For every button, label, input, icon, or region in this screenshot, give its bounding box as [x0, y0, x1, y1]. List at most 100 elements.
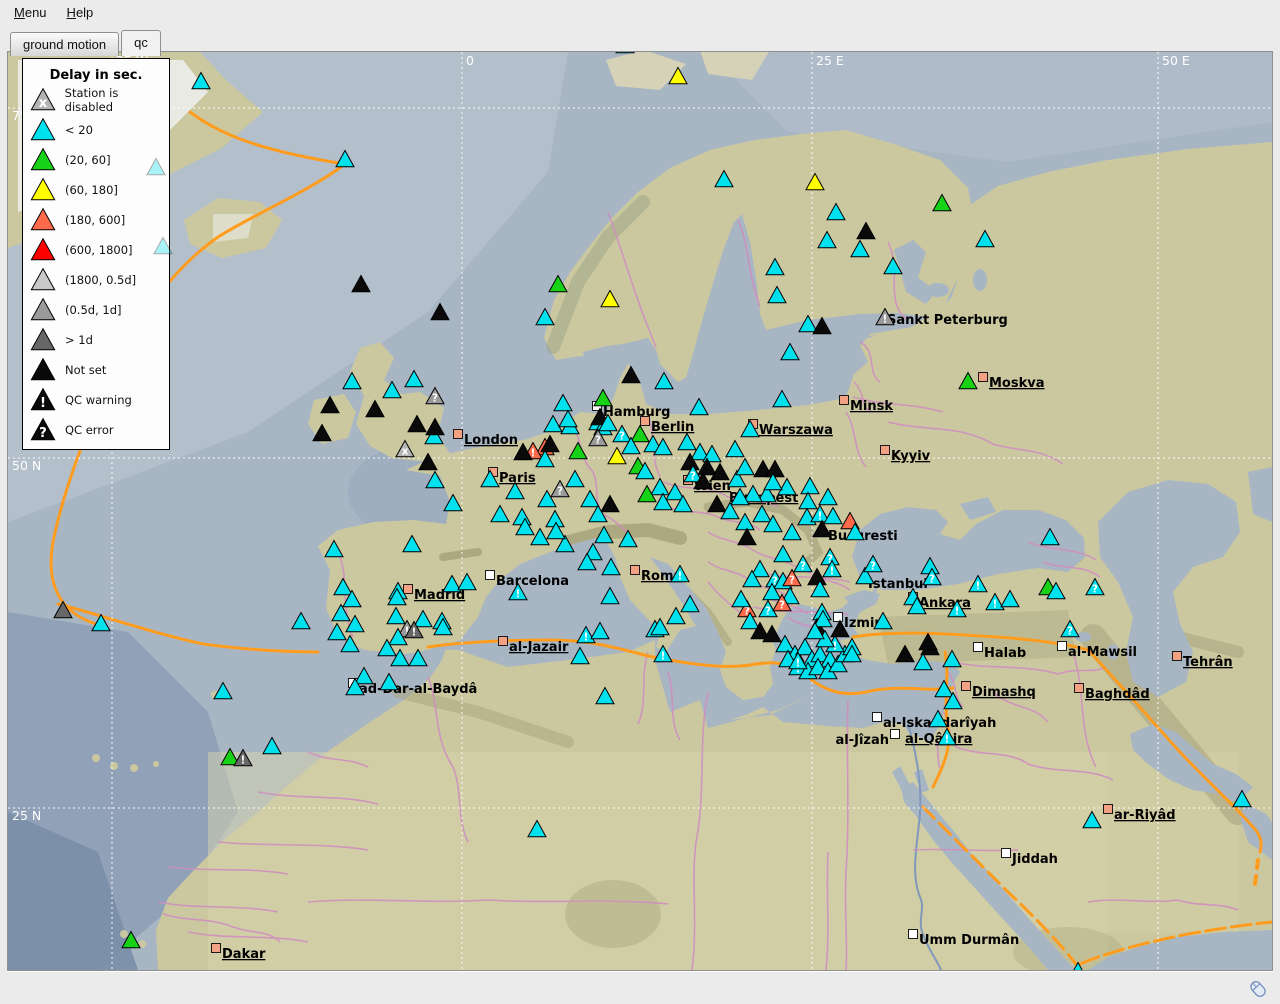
svg-text:x: x: [402, 447, 409, 458]
city-label: Hamburg: [603, 405, 670, 420]
status-bar: [0, 973, 1280, 1004]
legend-item: (1800, 0.5d]: [23, 265, 169, 295]
menu-bar: MenuHelp: [0, 0, 1280, 24]
svg-text:!: !: [584, 633, 589, 644]
svg-text:?: ?: [1092, 585, 1098, 596]
svg-text:?: ?: [870, 562, 876, 573]
city-label: Baghdâd: [1085, 687, 1150, 702]
legend-item: (60, 180]: [23, 175, 169, 205]
svg-text:!: !: [516, 590, 521, 601]
svg-text:x: x: [39, 96, 48, 111]
legend-triangle-icon: [30, 207, 56, 233]
station-marker[interactable]: [616, 52, 634, 53]
city-label: Halab: [984, 646, 1026, 661]
legend-item-label: < 20: [65, 123, 93, 137]
svg-text:?: ?: [800, 562, 806, 573]
city-barcelona: Barcelona: [486, 571, 570, 590]
city-label: Istanbul: [868, 577, 928, 592]
svg-text:?: ?: [432, 394, 438, 405]
svg-text:?: ?: [929, 575, 935, 586]
legend-triangle-icon: [30, 237, 56, 263]
legend-triangle-icon: [30, 147, 56, 173]
city-label: Tehrân: [1183, 655, 1233, 670]
legend-item-label: QC error: [65, 423, 114, 437]
city-baghdâd: Baghdâd: [1075, 684, 1150, 703]
svg-text:!: !: [883, 315, 888, 326]
svg-text:!: !: [412, 628, 417, 639]
legend-item-label: (20, 60]: [65, 153, 111, 167]
city-istanbul: Istanbul: [868, 577, 928, 592]
grid-label: 25 E: [816, 53, 844, 68]
tab-qc[interactable]: qc: [121, 30, 161, 56]
legend: Delay in sec. x Station is disabled < 20 (2…: [22, 58, 170, 450]
legend-item: (180, 600]: [23, 205, 169, 235]
svg-text:?: ?: [779, 601, 785, 612]
city-al-mawsil: al-Mawsil: [1058, 642, 1138, 661]
svg-text:!: !: [976, 582, 981, 593]
city-al-jazair: al-Jazair: [499, 637, 570, 656]
legend-title: Delay in sec.: [23, 68, 169, 83]
city-label: al-Mawsil: [1068, 645, 1137, 660]
legend-triangle-icon: !: [30, 387, 56, 413]
svg-text:?: ?: [690, 472, 696, 483]
legend-item: < 20: [23, 115, 169, 145]
city-label: Dakar: [222, 947, 266, 962]
menu-item-menu[interactable]: Menu: [4, 2, 57, 23]
legend-item-label: (1800, 0.5d]: [65, 273, 136, 287]
legend-item-label: > 1d: [65, 333, 93, 347]
tab-bar: ground motionqc: [10, 30, 163, 56]
grid-label: 0: [466, 53, 474, 68]
legend-triangle-icon: [30, 177, 56, 203]
city-ar-riyâd: ar-Riyâd: [1104, 805, 1176, 824]
svg-text:?: ?: [765, 607, 771, 618]
legend-item-label: Station is disabled: [65, 86, 169, 114]
city-dimashq: Dimashq: [962, 682, 1036, 701]
legend-item-label: Not set: [65, 363, 106, 377]
city-label: Sankt Peterburg: [887, 313, 1008, 328]
svg-text:!: !: [830, 567, 835, 578]
menu-item-help[interactable]: Help: [57, 2, 104, 23]
city-sankt-peterburg: Sankt Peterburg: [887, 313, 1008, 328]
svg-text:?: ?: [789, 576, 795, 587]
city-warszawa: Warszawa: [749, 420, 833, 439]
legend-item: (0.5d, 1d]: [23, 295, 169, 325]
city-label: Minsk: [850, 399, 893, 414]
city-label: Berlin: [651, 420, 694, 435]
legend-item-label: (600, 1800]: [65, 243, 133, 257]
svg-text:?: ?: [619, 432, 625, 443]
legend-item-label: QC warning: [65, 393, 132, 407]
svg-text:!: !: [678, 572, 683, 583]
legend-item: > 1d: [23, 325, 169, 355]
svg-text:?: ?: [557, 487, 563, 498]
svg-text:!: !: [40, 396, 46, 411]
city-label: Jiddah: [1011, 852, 1058, 867]
city-label: Kyyiv: [891, 449, 931, 464]
legend-triangle-icon: x: [30, 87, 56, 113]
city-label: Umm Durmân: [919, 933, 1019, 948]
city-umm-durmân: Umm Durmân: [909, 930, 1020, 949]
legend-triangle-icon: [30, 327, 56, 353]
legend-triangle-icon: [30, 357, 56, 383]
grid-label: 50 E: [1162, 53, 1190, 68]
map-view[interactable]: 25 W025 E50 E75 N50 N25 N LondonParisMad…: [8, 52, 1272, 970]
svg-text:?: ?: [595, 436, 601, 447]
city-label: Moskva: [989, 376, 1045, 391]
legend-item-label: (60, 180]: [65, 183, 118, 197]
legend-item-label: (180, 600]: [65, 213, 125, 227]
map-svg: 25 W025 E50 E75 N50 N25 N LondonParisMad…: [8, 52, 1272, 970]
svg-text:?: ?: [1067, 627, 1073, 638]
city-label: Barcelona: [496, 574, 569, 589]
city-label: Bucuresti: [828, 529, 898, 544]
city-london: London: [454, 430, 518, 449]
city-label: Dimashq: [972, 685, 1036, 700]
svg-text:?: ?: [39, 426, 47, 441]
legend-item: Not set: [23, 355, 169, 385]
legend-triangle-icon: [30, 267, 56, 293]
grid-label: 25 N: [12, 808, 41, 823]
legend-triangle-icon: ?: [30, 417, 56, 443]
legend-item: (600, 1800]: [23, 235, 169, 265]
size-grip-mouse-icon[interactable]: [1246, 976, 1270, 1000]
city-label: Paris: [499, 471, 536, 486]
legend-item-label: (0.5d, 1d]: [65, 303, 122, 317]
tab-ground-motion[interactable]: ground motion: [10, 32, 119, 56]
